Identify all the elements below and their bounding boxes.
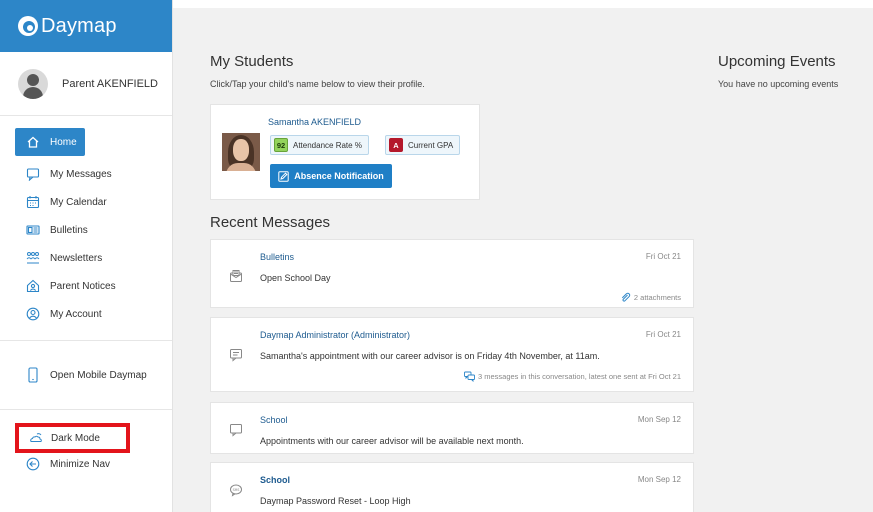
- nav-item-parent-notices[interactable]: Parent Notices: [0, 272, 172, 300]
- message-sender[interactable]: Bulletins: [260, 252, 294, 262]
- message-date: Mon Sep 12: [637, 415, 681, 424]
- avatar: [18, 68, 48, 99]
- nav-item-my-calendar[interactable]: My Calendar: [0, 188, 172, 216]
- message-card[interactable]: School Mon Sep 12 Appointments with our …: [210, 402, 694, 454]
- profile-name: Parent AKENFIELD: [62, 77, 158, 90]
- nav-label: Parent Notices: [50, 280, 116, 292]
- minimize-label: Minimize Nav: [50, 458, 111, 470]
- speech-bubble-icon: [229, 423, 243, 437]
- absence-button-label: Absence Notification: [294, 171, 384, 181]
- open-mobile-daymap[interactable]: Open Mobile Daymap: [0, 340, 172, 410]
- nav-item-home[interactable]: Home: [15, 128, 85, 156]
- logo-bar[interactable]: Daymap: [0, 0, 172, 52]
- arrow-left-circle-icon: [26, 457, 40, 471]
- main-nav: Home My Messages My Calendar Bulletins N…: [0, 116, 172, 328]
- message-sender[interactable]: Daymap Administrator (Administrator): [260, 330, 410, 340]
- bulletin-icon: [26, 223, 40, 237]
- notice-icon: [26, 279, 40, 293]
- nav-label: Newsletters: [50, 252, 103, 264]
- nav-item-my-account[interactable]: My Account: [0, 300, 172, 328]
- daymap-logo-icon: [18, 16, 38, 36]
- message-text: Open School Day: [260, 273, 331, 283]
- conversation-label: 3 messages in this conversation, latest …: [477, 372, 681, 381]
- gpa-badge: A: [389, 138, 403, 152]
- message-date: Fri Oct 21: [645, 252, 681, 261]
- message-card[interactable]: Bulletins Fri Oct 21 Open School Day 2 a…: [210, 239, 694, 308]
- nav-item-bulletins[interactable]: Bulletins: [0, 216, 172, 244]
- conversation-icon: [464, 371, 475, 383]
- message-sender[interactable]: School: [260, 475, 290, 485]
- my-students-title: My Students: [210, 53, 294, 70]
- calendar-icon: [26, 195, 40, 209]
- student-name-link[interactable]: Samantha AKENFIELD: [268, 117, 361, 127]
- message-text: Samantha's appointment with our career a…: [260, 351, 600, 361]
- newsletter-icon: [26, 251, 40, 265]
- my-students-subtitle: Click/Tap your child's name below to vie…: [210, 79, 425, 89]
- nav-item-newsletters[interactable]: Newsletters: [0, 244, 172, 272]
- upcoming-events-title: Upcoming Events: [718, 53, 836, 70]
- svg-text:SMS: SMS: [233, 488, 240, 492]
- nav-label: My Calendar: [50, 196, 107, 208]
- gpa-stat[interactable]: A Current GPA: [385, 135, 461, 155]
- attachments-label: 2 attachments: [633, 293, 681, 302]
- sms-icon: SMS: [229, 483, 243, 497]
- moon-cloud-icon: [29, 431, 43, 445]
- attendance-label: Attendance Rate %: [293, 140, 362, 150]
- edit-note-icon: [278, 170, 289, 182]
- sidebar: Daymap Parent AKENFIELD Home My Messages…: [0, 0, 173, 512]
- attendance-value-badge: 92: [274, 138, 288, 152]
- nav-label: Bulletins: [50, 224, 88, 236]
- account-icon: [26, 307, 40, 321]
- conversation-meta[interactable]: 3 messages in this conversation, latest …: [464, 371, 681, 383]
- profile[interactable]: Parent AKENFIELD: [0, 52, 172, 116]
- minimize-nav[interactable]: Minimize Nav: [26, 457, 110, 471]
- recent-messages-title: Recent Messages: [210, 214, 331, 231]
- upcoming-events-empty: You have no upcoming events: [718, 79, 839, 89]
- student-card: Samantha AKENFIELD 92 Attendance Rate % …: [210, 104, 480, 200]
- bulletin-message-icon: [229, 269, 243, 283]
- nav-item-my-messages[interactable]: My Messages: [0, 160, 172, 188]
- message-card[interactable]: School Mon Sep 12 SMS Daymap Password Re…: [210, 462, 694, 512]
- paperclip-icon: [620, 292, 631, 303]
- gpa-label: Current GPA: [408, 140, 454, 150]
- attendance-stat[interactable]: 92 Attendance Rate %: [270, 135, 369, 155]
- dark-mode-toggle[interactable]: Dark Mode: [15, 423, 130, 453]
- nav-label: Home: [50, 136, 77, 148]
- message-date: Mon Sep 12: [637, 475, 681, 484]
- dark-mode-label: Dark Mode: [51, 432, 100, 444]
- nav-label: My Account: [50, 308, 102, 320]
- top-strip: [173, 0, 873, 8]
- home-icon: [26, 135, 40, 149]
- message-icon: [26, 167, 40, 181]
- message-text: Daymap Password Reset - Loop High: [260, 496, 411, 506]
- mobile-label: Open Mobile Daymap: [50, 369, 147, 381]
- main-content: My Students Click/Tap your child's name …: [173, 0, 873, 512]
- logo-text: Daymap: [41, 14, 117, 37]
- message-text: Appointments with our career advisor wil…: [260, 436, 524, 446]
- mobile-phone-icon: [26, 367, 40, 383]
- absence-notification-button[interactable]: Absence Notification: [270, 164, 392, 188]
- chat-message-icon: [229, 348, 243, 362]
- message-sender[interactable]: School: [260, 415, 288, 425]
- nav-label: My Messages: [50, 168, 112, 180]
- attachments-meta[interactable]: 2 attachments: [620, 292, 681, 303]
- student-photo[interactable]: [222, 133, 260, 171]
- message-date: Fri Oct 21: [645, 330, 681, 339]
- message-card[interactable]: Daymap Administrator (Administrator) Fri…: [210, 317, 694, 392]
